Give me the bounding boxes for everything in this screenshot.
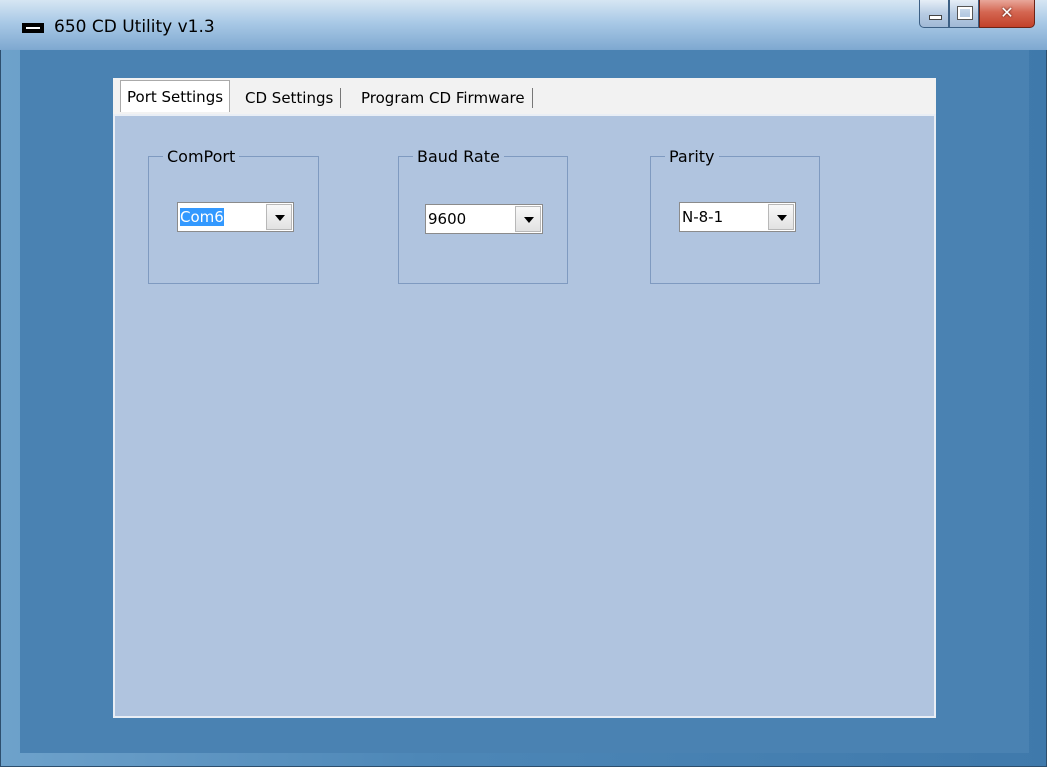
close-icon: ✕: [1000, 3, 1014, 22]
parity-value: N-8-1: [682, 208, 724, 226]
chevron-down-icon[interactable]: [515, 206, 541, 232]
tab-separator: [531, 88, 533, 108]
tab-label: CD Settings: [245, 89, 334, 107]
tab-label: Port Settings: [127, 87, 224, 106]
comport-value-text: Com6: [180, 208, 224, 226]
comport-group: ComPort Com6: [148, 147, 319, 284]
parity-select[interactable]: N-8-1: [679, 202, 796, 232]
comport-select[interactable]: Com6: [177, 202, 294, 232]
baud-rate-legend: Baud Rate: [413, 147, 504, 166]
comport-legend: ComPort: [163, 147, 240, 166]
baud-rate-select[interactable]: 9600: [425, 204, 543, 234]
tab-label: Program CD Firmware: [361, 89, 525, 107]
window-icon[interactable]: [22, 23, 44, 33]
caption-buttons: ✕: [919, 0, 1035, 30]
comport-value: Com6: [178, 208, 266, 226]
parity-group: Parity N-8-1: [650, 147, 820, 284]
chevron-down-icon[interactable]: [768, 204, 794, 230]
baud-rate-group: Baud Rate 9600: [398, 147, 568, 284]
parity-legend: Parity: [665, 147, 719, 166]
tab-strip: Port Settings CD Settings Program CD Fir…: [113, 78, 936, 114]
tab-port-settings[interactable]: Port Settings: [120, 80, 231, 112]
baud-rate-value: 9600: [428, 210, 467, 228]
tab-cd-settings[interactable]: CD Settings: [239, 84, 342, 112]
minimize-button[interactable]: [919, 0, 949, 28]
close-button[interactable]: ✕: [979, 0, 1035, 28]
tab-separator: [340, 88, 342, 108]
title-bar[interactable]: 650 CD Utility v1.3 ✕: [0, 0, 1047, 50]
maximize-icon: [957, 6, 973, 20]
maximize-button[interactable]: [949, 0, 979, 28]
window-title: 650 CD Utility v1.3: [54, 17, 215, 37]
tab-program-cd-firmware[interactable]: Program CD Firmware: [355, 84, 533, 112]
app-window: 650 CD Utility v1.3 ✕ Port Settings CD S…: [0, 0, 1047, 767]
chevron-down-icon[interactable]: [266, 204, 292, 230]
minimize-icon: [929, 15, 942, 20]
